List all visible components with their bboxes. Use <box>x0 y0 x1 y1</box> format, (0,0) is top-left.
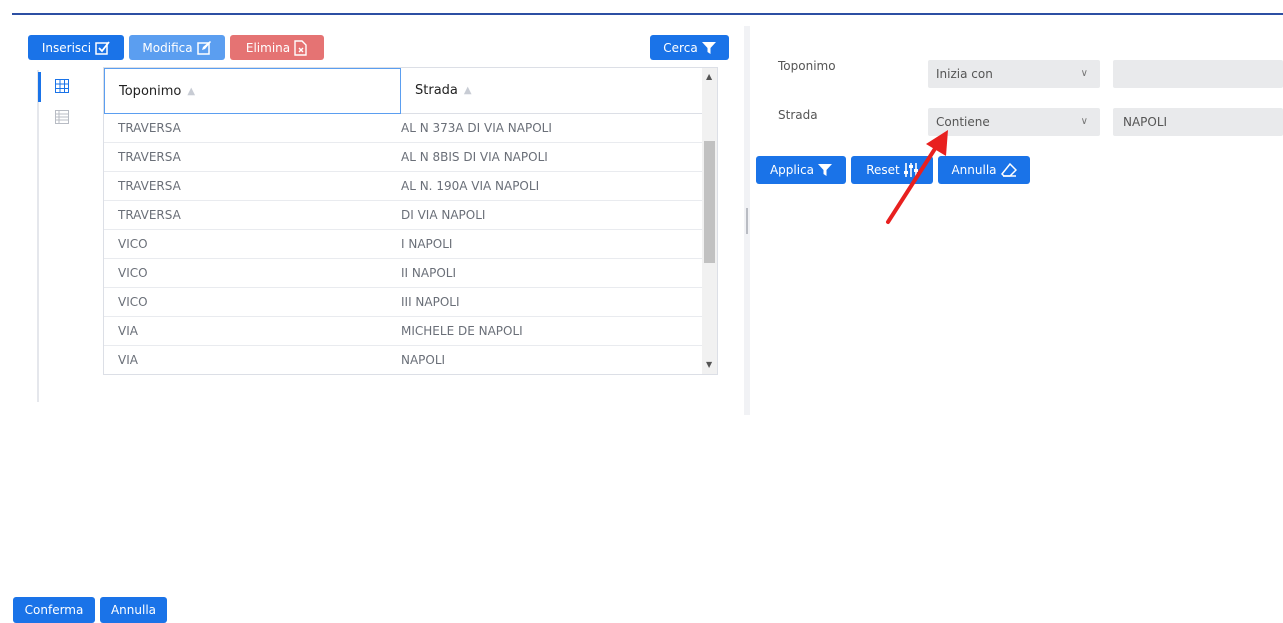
insert-button[interactable]: Inserisci <box>28 35 124 60</box>
strada-filter-label: Strada <box>778 108 818 122</box>
toponimo-operator-value: Inizia con <box>936 67 993 81</box>
chevron-down-icon: ∨ <box>1080 116 1088 127</box>
search-button-label: Cerca <box>663 40 698 55</box>
toponimo-operator-select[interactable]: Inizia con ∨ <box>928 60 1100 88</box>
scroll-down-arrow-icon[interactable]: ▼ <box>706 360 712 369</box>
confirm-button[interactable]: Conferma <box>13 597 95 623</box>
cell-strada: II NAPOLI <box>401 266 456 280</box>
toponimo-filter-label: Toponimo <box>778 59 836 73</box>
cell-toponimo: VICO <box>118 266 148 280</box>
splitter-grip[interactable] <box>746 208 748 234</box>
cell-strada: I NAPOLI <box>401 237 453 251</box>
column-header-toponimo-label: Toponimo <box>119 83 182 99</box>
file-delete-icon <box>294 39 308 56</box>
sort-icon[interactable]: ▲ <box>187 86 195 97</box>
cell-toponimo: TRAVERSA <box>118 150 181 164</box>
toponimo-value-input[interactable] <box>1113 60 1283 88</box>
strada-value-text: NAPOLI <box>1123 115 1168 129</box>
table-row[interactable]: VICO III NAPOLI <box>104 288 702 317</box>
table-row[interactable]: TRAVERSA AL N. 190A VIA NAPOLI <box>104 172 702 201</box>
chevron-down-icon: ∨ <box>1080 68 1088 79</box>
filter-icon <box>701 41 716 55</box>
cell-strada: MICHELE DE NAPOLI <box>401 324 523 338</box>
grid-body: TRAVERSA AL N 373A DI VIA NAPOLI TRAVERS… <box>104 114 702 374</box>
footer-cancel-button[interactable]: Annulla <box>100 597 167 623</box>
cell-toponimo: VIA <box>118 324 138 338</box>
column-header-strada-label: Strada <box>415 83 458 98</box>
cell-strada: III NAPOLI <box>401 295 460 309</box>
strada-operator-value: Contiene <box>936 115 990 129</box>
eraser-icon <box>1000 163 1017 177</box>
scrollbar-thumb[interactable] <box>704 141 715 263</box>
table-row[interactable]: VIA NAPOLI <box>104 346 702 374</box>
cell-strada: NAPOLI <box>401 353 446 367</box>
scroll-up-arrow-icon[interactable]: ▲ <box>706 72 712 81</box>
cell-strada: DI VIA NAPOLI <box>401 208 486 222</box>
view-switcher-active-indicator <box>38 72 41 102</box>
search-button[interactable]: Cerca <box>650 35 729 60</box>
table-row[interactable]: VIA MICHELE DE NAPOLI <box>104 317 702 346</box>
column-header-strada[interactable]: Strada ▲ <box>401 68 702 114</box>
cell-toponimo: TRAVERSA <box>118 208 181 222</box>
cell-toponimo: VIA <box>118 353 138 367</box>
cell-toponimo: VICO <box>118 237 148 251</box>
footer-cancel-button-label: Annulla <box>110 603 157 617</box>
top-divider <box>12 13 1283 15</box>
grid-vertical-scrollbar[interactable]: ▲ ▼ <box>702 68 717 374</box>
table-row[interactable]: VICO I NAPOLI <box>104 230 702 259</box>
cell-strada: AL N 373A DI VIA NAPOLI <box>401 121 552 135</box>
apply-filter-button[interactable]: Applica <box>756 156 846 184</box>
cell-strada: AL N 8BIS DI VIA NAPOLI <box>401 150 548 164</box>
strada-value-input[interactable]: NAPOLI <box>1113 108 1283 136</box>
confirm-button-label: Conferma <box>24 603 84 617</box>
edit-button-label: Modifica <box>142 40 193 55</box>
column-header-toponimo[interactable]: Toponimo ▲ <box>104 68 401 114</box>
filter-icon <box>818 163 833 177</box>
grid-view-icon[interactable] <box>55 79 69 93</box>
sort-icon[interactable]: ▲ <box>464 85 472 96</box>
table-row[interactable]: VICO II NAPOLI <box>104 259 702 288</box>
pane-splitter[interactable] <box>744 26 750 415</box>
apply-button-label: Applica <box>769 163 815 177</box>
edit-button[interactable]: Modifica <box>129 35 225 60</box>
delete-button[interactable]: Elimina <box>230 35 324 60</box>
cell-strada: AL N. 190A VIA NAPOLI <box>401 179 540 193</box>
delete-button-label: Elimina <box>245 40 291 55</box>
checkbox-edit-icon <box>95 40 110 55</box>
grid-header: Toponimo ▲ Strada ▲ <box>104 68 702 114</box>
table-row[interactable]: TRAVERSA AL N 8BIS DI VIA NAPOLI <box>104 143 702 172</box>
table-row[interactable]: TRAVERSA AL N 373A DI VIA NAPOLI <box>104 114 702 143</box>
cell-toponimo: VICO <box>118 295 148 309</box>
results-grid: Toponimo ▲ Strada ▲ TRAVERSA AL N 373A D… <box>103 67 718 375</box>
list-view-icon[interactable] <box>55 110 69 124</box>
pencil-square-icon <box>196 40 212 55</box>
cell-toponimo: TRAVERSA <box>118 179 181 193</box>
table-row[interactable]: TRAVERSA DI VIA NAPOLI <box>104 201 702 230</box>
view-switcher-rail <box>37 70 39 402</box>
annotation-arrow <box>880 130 960 233</box>
cell-toponimo: TRAVERSA <box>118 121 181 135</box>
insert-button-label: Inserisci <box>41 40 92 55</box>
